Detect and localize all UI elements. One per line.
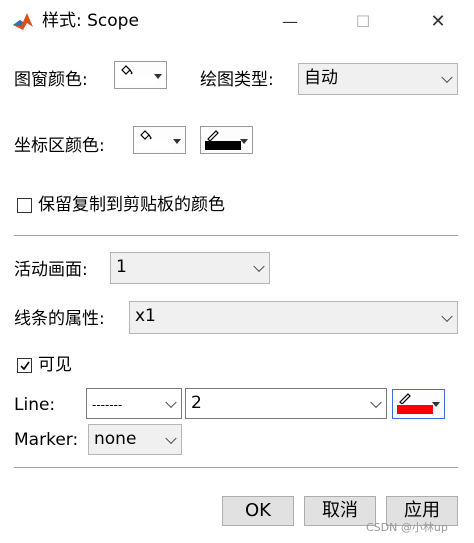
marker-label: Marker: (14, 430, 79, 450)
chevron-down-icon (441, 310, 453, 322)
dropdown-arrow-icon (173, 139, 181, 144)
watermark: CSDN @小林up (366, 521, 448, 534)
line-width-value: 2 (191, 393, 202, 413)
pen-icon (399, 393, 411, 404)
axes-background-swatch (138, 141, 174, 150)
visible-checkbox[interactable] (17, 358, 32, 373)
paint-bucket-icon (140, 130, 152, 140)
visible-label: 可见 (38, 355, 72, 375)
axes-background-color-button[interactable] (133, 126, 186, 154)
chevron-down-icon (441, 71, 453, 84)
plot-type-label: 绘图类型: (200, 70, 274, 90)
figure-color-swatch (119, 76, 155, 85)
chevron-down-icon (165, 432, 177, 444)
axes-foreground-color-button[interactable] (200, 126, 253, 154)
line-style-value: ------- (92, 398, 123, 412)
window-title: 样式: Scope (42, 11, 139, 31)
chevron-down-icon (253, 260, 265, 273)
preserve-colors-label: 保留复制到剪贴板的颜色 (38, 195, 225, 215)
chevron-down-icon (165, 396, 177, 408)
line-width-select[interactable]: 2 (185, 388, 387, 419)
figure-color-button[interactable] (114, 61, 167, 89)
paint-bucket-icon (121, 65, 133, 75)
preserve-colors-checkbox[interactable] (17, 198, 32, 213)
matlab-logo-icon (12, 11, 34, 33)
dropdown-arrow-icon (240, 139, 248, 144)
checkmark-icon (20, 361, 30, 371)
line-properties-value: x1 (135, 306, 156, 326)
pen-icon (207, 130, 219, 141)
dropdown-arrow-icon (154, 74, 162, 79)
chevron-down-icon (370, 396, 382, 408)
marker-value: none (94, 429, 137, 449)
plot-type-select[interactable]: 自动 (298, 63, 458, 95)
close-button[interactable]: ✕ (426, 11, 450, 33)
dropdown-arrow-icon (432, 402, 440, 407)
figure-color-label: 图窗颜色: (14, 70, 88, 90)
marker-select[interactable]: none (88, 424, 182, 455)
line-color-button[interactable] (392, 389, 445, 419)
ok-button[interactable]: OK (222, 496, 294, 526)
line-properties-label: 线条的属性: (14, 309, 105, 329)
active-display-value: 1 (116, 257, 127, 277)
line-style-select[interactable]: ------- (86, 388, 182, 419)
line-color-swatch (397, 405, 433, 414)
active-display-label: 活动画面: (14, 260, 88, 280)
line-properties-select[interactable]: x1 (129, 301, 458, 334)
plot-type-value: 自动 (304, 68, 338, 88)
active-display-select[interactable]: 1 (110, 252, 270, 284)
line-label: Line: (14, 395, 56, 415)
axes-foreground-swatch (205, 141, 241, 150)
minimize-button[interactable]: — (278, 11, 302, 33)
separator (14, 467, 458, 468)
axes-color-label: 坐标区颜色: (14, 136, 105, 156)
maximize-button[interactable]: ☐ (351, 11, 375, 33)
separator (14, 235, 458, 236)
